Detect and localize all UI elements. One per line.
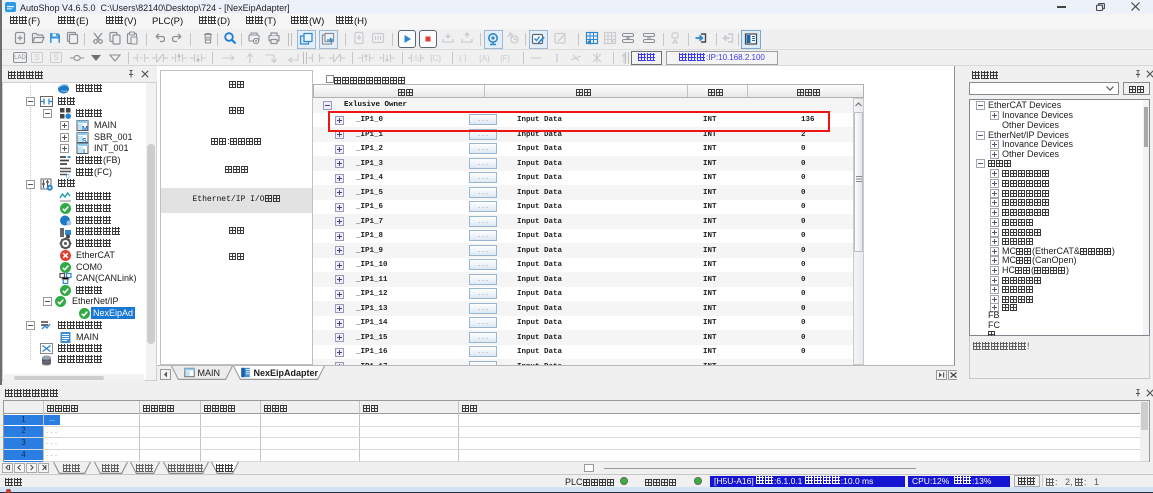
svg-text:{C}: {C}	[430, 54, 441, 63]
svg-text:( ): ( )	[459, 54, 467, 63]
svg-text:{A}: {A}	[479, 54, 490, 63]
svg-text:{F}: {F}	[500, 54, 511, 63]
svg-text:S: S	[414, 56, 419, 63]
